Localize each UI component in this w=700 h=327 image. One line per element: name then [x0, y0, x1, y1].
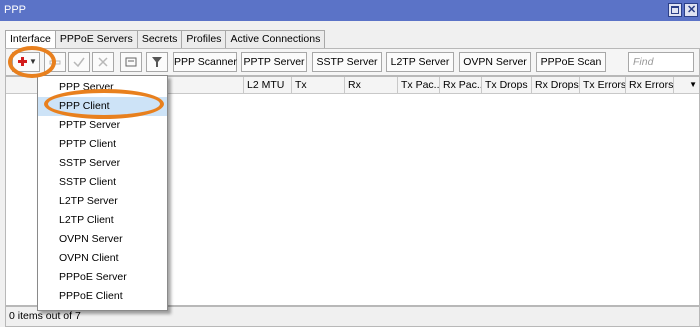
menu-item-sstp-server[interactable]: SSTP Server [38, 154, 167, 173]
sstp-server-button[interactable]: SSTP Server [312, 52, 382, 72]
ovpn-server-button[interactable]: OVPN Server [459, 52, 531, 72]
title-bar[interactable]: PPP ✕ [0, 0, 700, 21]
chevron-down-icon: ▼ [29, 57, 37, 66]
tab-active-connections[interactable]: Active Connections [225, 30, 326, 48]
tab-bar: Interface PPPoE Servers Secrets Profiles… [5, 30, 326, 48]
tab-profiles[interactable]: Profiles [181, 30, 227, 48]
column-header-tx-packets[interactable]: Tx Pac... [398, 77, 440, 94]
tab-pppoe-servers[interactable]: PPPoE Servers [54, 30, 138, 48]
menu-item-ovpn-client[interactable]: OVPN Client [38, 249, 167, 268]
close-icon[interactable]: ✕ [684, 3, 698, 17]
find-input[interactable]: Find [628, 52, 694, 72]
column-header-rx-packets[interactable]: Rx Pac... [440, 77, 482, 94]
column-header-l2-mtu[interactable]: L2 MTU [244, 77, 292, 94]
column-header-tx-drops[interactable]: Tx Drops [482, 77, 532, 94]
menu-item-l2tp-server[interactable]: L2TP Server [38, 192, 167, 211]
menu-item-ppp-client[interactable]: PPP Client [38, 97, 167, 116]
menu-item-ovpn-server[interactable]: OVPN Server [38, 230, 167, 249]
enable-button[interactable] [68, 52, 90, 72]
column-chooser[interactable]: ▼ [674, 77, 699, 94]
add-icon [18, 57, 27, 66]
column-header-rx-drops[interactable]: Rx Drops [532, 77, 580, 94]
window-title: PPP [4, 4, 27, 16]
comment-button[interactable] [120, 52, 142, 72]
menu-item-sstp-client[interactable]: SSTP Client [38, 173, 167, 192]
toolbar: ▼ PPP Scanner PPTP Server SSTP Server L2… [5, 48, 700, 76]
ppp-scanner-button[interactable]: PPP Scanner [173, 52, 237, 72]
window-controls: ✕ [668, 3, 700, 17]
ppp-window: PPP ✕ Interface PPPoE Servers Secrets Pr… [0, 0, 700, 327]
add-button[interactable]: ▼ [12, 52, 40, 72]
pptp-server-button[interactable]: PPTP Server [241, 52, 307, 72]
menu-item-pppoe-server[interactable]: PPPoE Server [38, 268, 167, 287]
menu-item-l2tp-client[interactable]: L2TP Client [38, 211, 167, 230]
maximize-icon[interactable] [668, 3, 682, 17]
l2tp-server-button[interactable]: L2TP Server [386, 52, 454, 72]
check-icon [73, 57, 85, 68]
menu-item-pptp-client[interactable]: PPTP Client [38, 135, 167, 154]
menu-item-pptp-server[interactable]: PPTP Server [38, 116, 167, 135]
remove-icon [49, 60, 61, 65]
column-header-tx[interactable]: Tx [292, 77, 345, 94]
chevron-down-icon: ▼ [689, 80, 697, 89]
remove-button[interactable] [44, 52, 66, 72]
add-interface-menu: PPP Server PPP Client PPTP Server PPTP C… [37, 75, 168, 311]
disable-button[interactable] [92, 52, 114, 72]
item-count: 0 items out of 7 [9, 310, 81, 322]
column-header-rx-errors[interactable]: Rx Errors [626, 77, 674, 94]
menu-item-ppp-server[interactable]: PPP Server [38, 78, 167, 97]
tab-interface[interactable]: Interface [5, 30, 56, 48]
filter-button[interactable] [146, 52, 168, 72]
filter-icon [152, 57, 162, 67]
tab-secrets[interactable]: Secrets [136, 30, 183, 48]
menu-item-pppoe-client[interactable]: PPPoE Client [38, 287, 167, 306]
column-header-tx-errors[interactable]: Tx Errors [580, 77, 626, 94]
column-header-rx[interactable]: Rx [345, 77, 398, 94]
pppoe-scan-button[interactable]: PPPoE Scan [536, 52, 606, 72]
comment-icon [125, 57, 137, 67]
x-icon [98, 57, 108, 67]
